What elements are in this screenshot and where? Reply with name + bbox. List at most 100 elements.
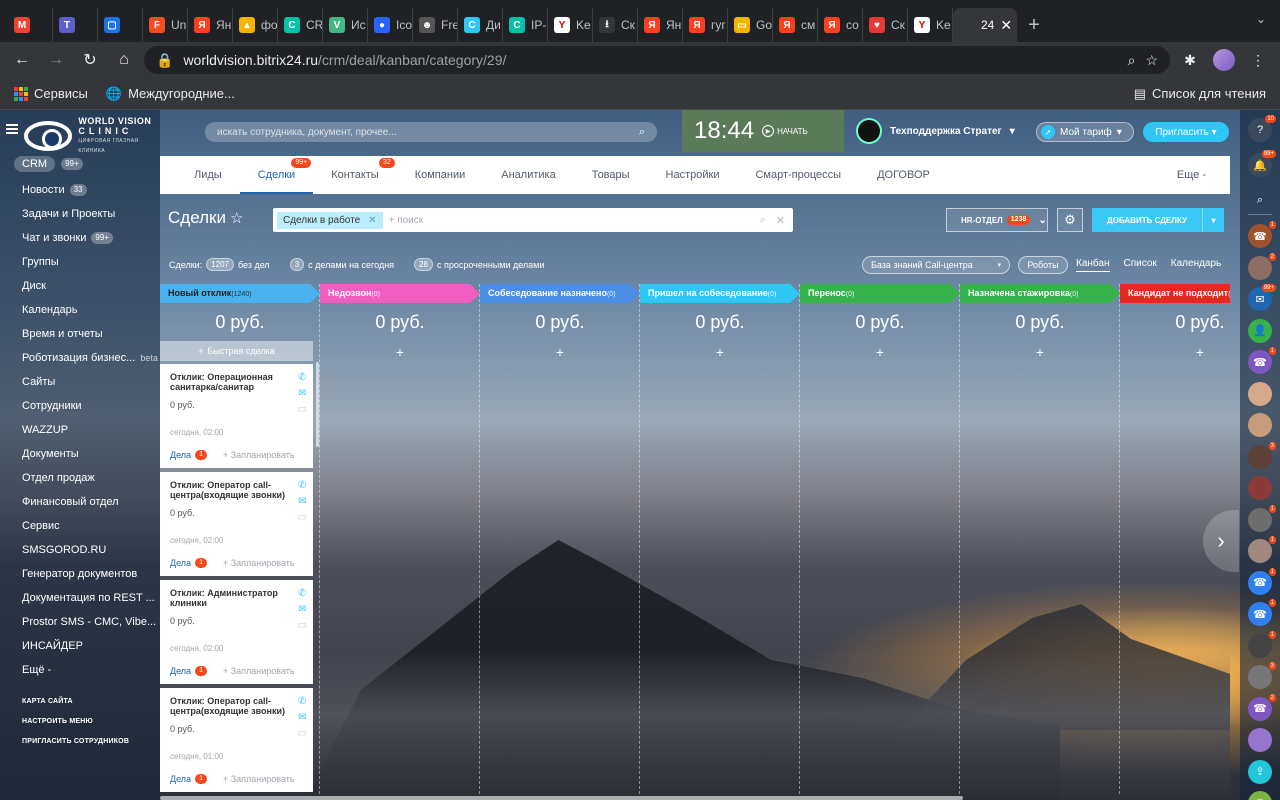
deal-title[interactable]: Отклик: Оператор call-центра(входящие зв…	[170, 696, 289, 716]
stat-today-count[interactable]: 3	[289, 258, 305, 271]
more-tabs-button[interactable]: Еще -	[1159, 156, 1224, 194]
column-header[interactable]: Недозвон(0)	[320, 284, 480, 303]
menu-item[interactable]: ИНСАЙДЕР	[0, 634, 160, 658]
deal-tasks-link[interactable]: Дела	[170, 774, 191, 784]
view-calendar[interactable]: Календарь	[1171, 258, 1221, 272]
column-header[interactable]: Пришел на собеседование(0)	[640, 284, 800, 303]
menu-item[interactable]: Роботизация бизнес... beta	[0, 346, 160, 370]
chrome-menu-icon[interactable]: ⋮	[1244, 46, 1272, 74]
browser-tab[interactable]: Y Ke	[548, 8, 593, 42]
browser-tab[interactable]: V Ис	[323, 8, 368, 42]
menu-item[interactable]: Документация по REST ...	[0, 586, 160, 610]
mail-icon[interactable]: ✉	[298, 496, 307, 507]
bell-icon[interactable]: 🔔 99+	[1248, 150, 1276, 177]
forward-button[interactable]: →	[42, 46, 70, 74]
deal-card[interactable]: Отклик: Операционная санитарка/санитар 0 …	[160, 364, 313, 468]
filter-search-input[interactable]: Сделки в работе ✕ + поиск ⌕ ✕	[273, 208, 793, 232]
add-deal-button[interactable]: ДОБАВИТЬ СДЕЛКУ ▾	[1092, 208, 1224, 232]
openlines-icon[interactable]: ✉ 99+	[1248, 284, 1276, 311]
crm-tab[interactable]: Компании	[397, 156, 484, 194]
menu-item[interactable]: Prostor SMS - СМС, Vibe...	[0, 610, 160, 634]
crm-tab[interactable]: Лиды	[176, 156, 240, 194]
column-header[interactable]: Кандидат не подходит(0)	[1120, 284, 1230, 303]
chevron-down-icon[interactable]: ▾	[997, 261, 1001, 269]
help-icon[interactable]: ? 10	[1248, 115, 1276, 142]
add-deal-plus-icon[interactable]: +	[1120, 344, 1230, 360]
phone-icon[interactable]: ☎ 1	[1248, 599, 1276, 626]
browser-tab[interactable]: ☻ Fre	[413, 8, 458, 42]
browser-tab[interactable]: Y Ke	[908, 8, 953, 42]
favorite-star-icon[interactable]: ☆	[230, 209, 243, 227]
chat-icon[interactable]: ▭	[298, 728, 307, 739]
close-tab-icon[interactable]: ✕	[1000, 17, 1012, 34]
menu-item[interactable]: Ещё -	[0, 658, 160, 682]
viber-icon[interactable]: ☎ 2	[1248, 693, 1276, 721]
add-deal-plus-icon[interactable]: +	[640, 344, 800, 360]
invite-button[interactable]: Пригласить ▾	[1143, 122, 1229, 142]
browser-tab[interactable]: ⭳ Ск	[593, 8, 638, 42]
search-icon[interactable]: ⌕	[1248, 188, 1272, 212]
column-header[interactable]: Назначена стажировка(0)	[960, 284, 1120, 303]
deal-tasks-link[interactable]: Дела	[170, 666, 191, 676]
crm-tab[interactable]: Смарт-процессы	[737, 156, 859, 194]
menu-item[interactable]: SMSGOROD.RU	[0, 538, 160, 562]
menu-item[interactable]: Группы	[0, 250, 160, 274]
avatar-icon[interactable]: 1	[1248, 630, 1276, 658]
browser-tab[interactable]: Ясм	[773, 8, 818, 42]
view-list[interactable]: Список	[1124, 258, 1157, 272]
menu-item[interactable]: Документы	[0, 442, 160, 466]
mail-icon[interactable]: ✉	[298, 388, 307, 399]
menu-item[interactable]: Чат и звонки 99+	[0, 226, 160, 250]
browser-tab[interactable]: ▢	[98, 8, 143, 42]
quick-deal-button[interactable]: + Быстрая сделка	[160, 341, 313, 361]
browser-tab[interactable]: C Ди	[458, 8, 503, 42]
phone-icon[interactable]: ✆	[298, 480, 307, 491]
column-scrollbar[interactable]	[316, 362, 319, 447]
add-deal-plus-icon[interactable]: +	[480, 344, 640, 360]
menu-footer-link[interactable]: КАРТА САЙТА	[0, 692, 160, 712]
extensions-puzzle-icon[interactable]: ✱	[1176, 46, 1204, 74]
plan-activity-button[interactable]: + Запланировать	[223, 666, 295, 676]
view-kanban[interactable]: Канбан	[1076, 258, 1110, 272]
reading-list[interactable]: ▤ Список для чтения	[1134, 86, 1266, 102]
my-tariff-button[interactable]: ➚ Мой тариф ▾	[1036, 122, 1134, 142]
browser-tab[interactable]: C CR	[278, 8, 323, 42]
company-logo[interactable]: WORLD VISION CLINIC ЦИФРОВАЯ ГЛАЗНАЯ КЛИ…	[24, 116, 160, 156]
crm-tab[interactable]: Контакты 32	[313, 156, 397, 194]
reload-button[interactable]: ↻	[76, 46, 104, 74]
menu-footer-link[interactable]: НАСТРОИТЬ МЕНЮ	[0, 712, 160, 732]
browser-tab[interactable]: Ягуг	[683, 8, 728, 42]
search-icon[interactable]: ⌕	[760, 214, 766, 227]
deal-tasks-link[interactable]: Дела	[170, 450, 191, 460]
add-deal-plus-icon[interactable]: +	[320, 344, 480, 360]
browser-tab[interactable]: Я Ян	[188, 8, 233, 42]
share-icon[interactable]: ⇪	[1248, 759, 1272, 784]
plan-activity-button[interactable]: + Запланировать	[223, 450, 295, 460]
browser-tab[interactable]: 24 ✕	[953, 8, 1017, 42]
robots-button[interactable]: Роботы	[1018, 256, 1068, 274]
avatar-icon[interactable]	[1248, 381, 1272, 406]
menu-item[interactable]: Сервис	[0, 514, 160, 538]
portal-search-input[interactable]: искать сотрудника, документ, прочее... ⌕	[205, 122, 657, 142]
menu-item[interactable]: Новости 33	[0, 178, 160, 202]
bookmark-intercity[interactable]: 🌐 Междугородние...	[106, 86, 235, 102]
avatar-icon[interactable]	[1248, 413, 1272, 437]
phone-icon[interactable]: ☎ 1	[1248, 567, 1276, 595]
crm-tab[interactable]: Настройки	[648, 156, 738, 194]
avatar-icon[interactable]: 3	[1248, 441, 1276, 469]
avatar-icon[interactable]: 1	[1248, 536, 1276, 563]
browser-tab[interactable]: ▲ фо	[233, 8, 278, 42]
column-header[interactable]: Собеседование назначено(0)	[480, 284, 640, 303]
avatar-icon[interactable]: 2	[1248, 252, 1276, 280]
deal-card[interactable]: Отклик: Оператор call-центра(входящие зв…	[160, 688, 313, 792]
deal-title[interactable]: Отклик: Администратор клиники	[170, 588, 289, 608]
add-deal-plus-icon[interactable]: +	[960, 344, 1120, 360]
start-workday-button[interactable]: НАЧАТЬ	[762, 125, 808, 137]
crm-tab[interactable]: Сделки 99+	[239, 156, 314, 194]
remove-filter-icon[interactable]: ✕	[368, 215, 376, 226]
deal-title[interactable]: Отклик: Оператор call-центра(входящие зв…	[170, 480, 289, 500]
crm-tab[interactable]: ДОГОВОР	[859, 156, 948, 194]
deal-title[interactable]: Отклик: Операционная санитарка/санитар	[170, 372, 289, 392]
user-profile[interactable]: Техподдержка Стратег ▾	[856, 118, 1015, 144]
call-icon[interactable]: ✆	[1248, 791, 1272, 800]
